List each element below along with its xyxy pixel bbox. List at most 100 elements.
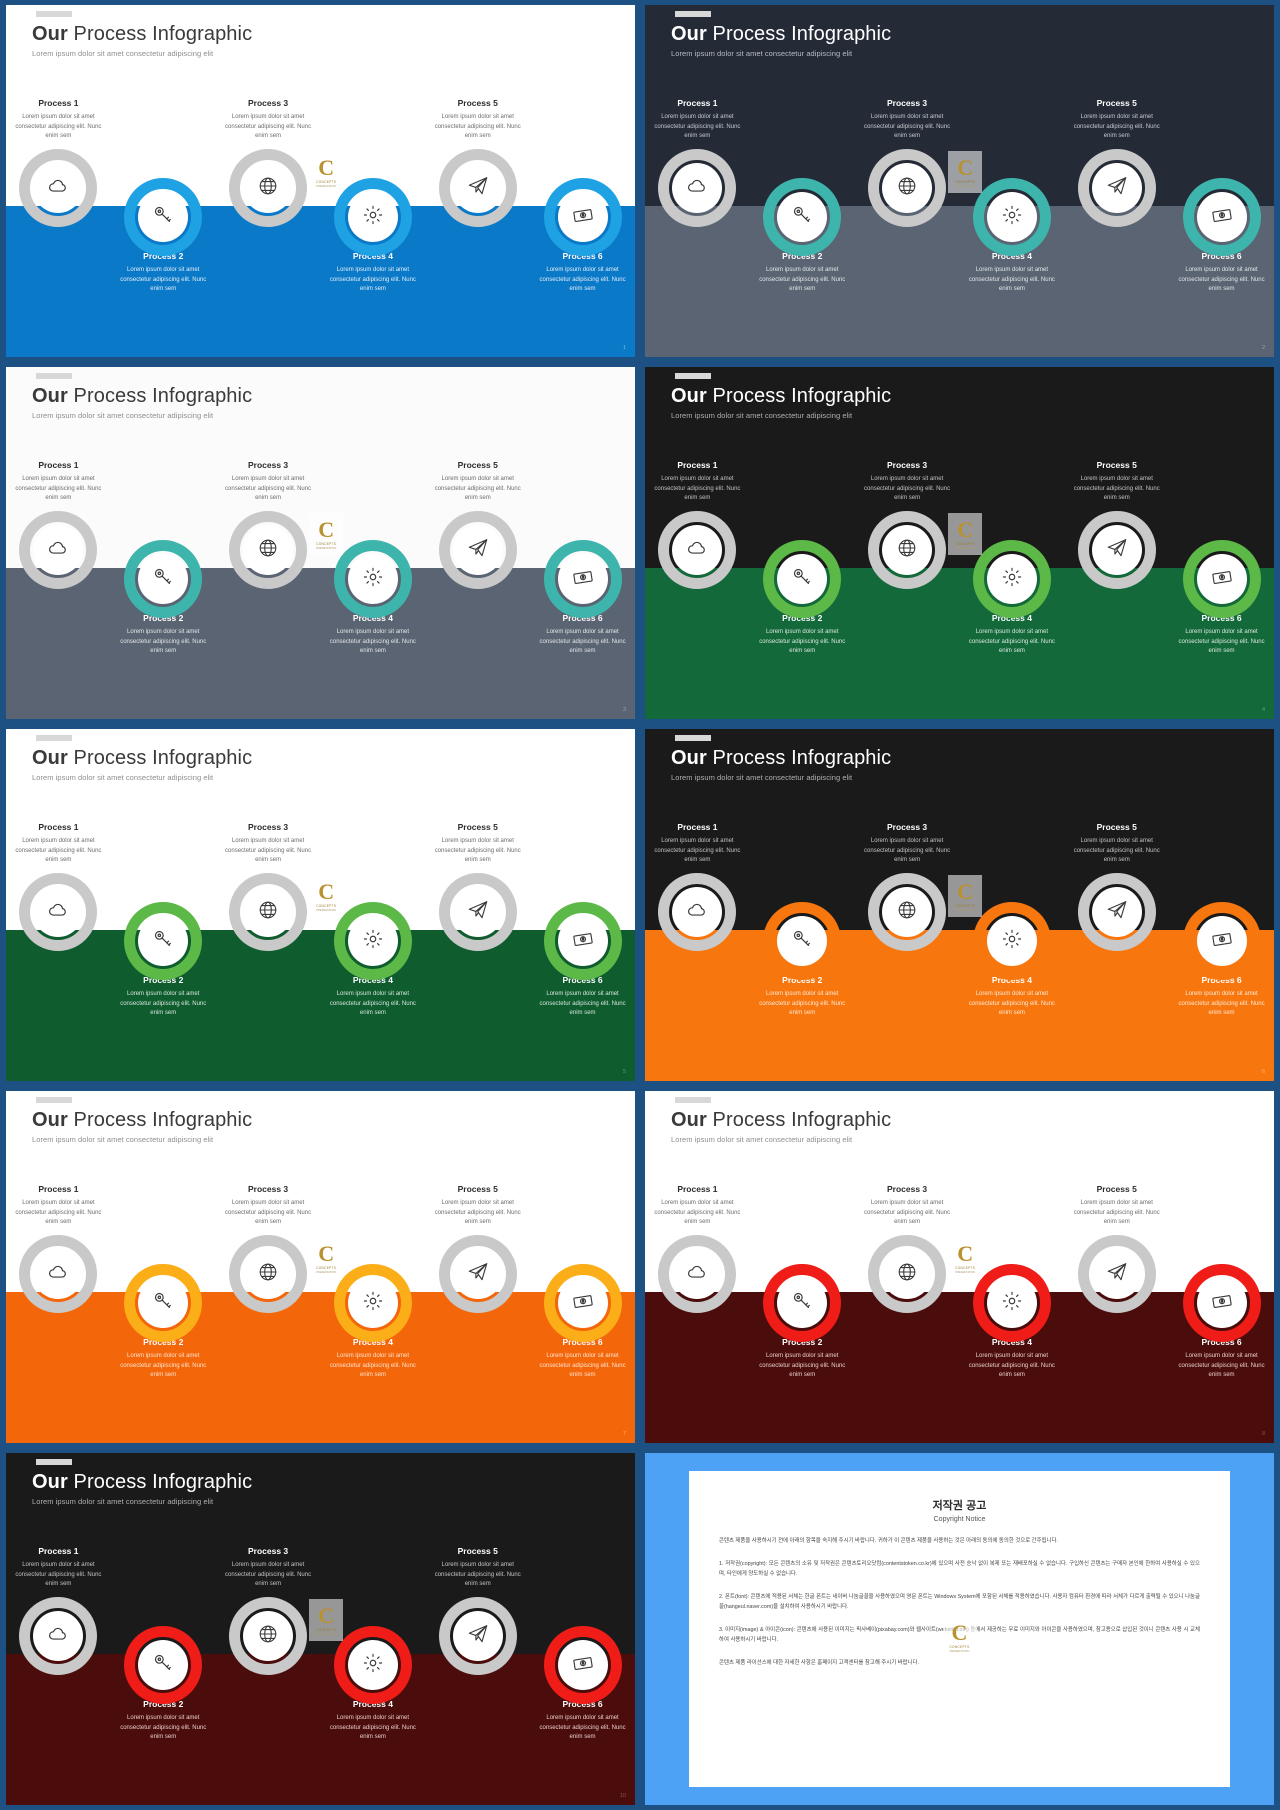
process-node-2[interactable] xyxy=(111,149,216,269)
process-icon-circle-6[interactable] xyxy=(557,1640,608,1691)
process-node-2[interactable] xyxy=(111,511,216,631)
process-node-6[interactable] xyxy=(1169,511,1274,631)
process-node-3[interactable] xyxy=(216,1597,321,1717)
process-icon-circle-5[interactable] xyxy=(1091,887,1142,938)
slide-9[interactable]: Our Process Infographic Lorem ipsum dolor… xyxy=(6,1453,635,1805)
process-icon-circle-5[interactable] xyxy=(452,887,503,938)
process-node-3[interactable] xyxy=(216,149,321,269)
process-node-2[interactable] xyxy=(750,1235,855,1355)
slide-2[interactable]: Our Process Infographic Lorem ipsum dolor… xyxy=(645,5,1274,357)
process-node-6[interactable] xyxy=(530,1235,635,1355)
process-node-4[interactable] xyxy=(320,149,425,269)
process-node-2[interactable] xyxy=(750,149,855,269)
process-icon-circle-6[interactable] xyxy=(1196,916,1247,967)
process-node-3[interactable] xyxy=(855,873,960,993)
process-node-5[interactable] xyxy=(425,1235,530,1355)
process-node-4[interactable] xyxy=(959,1235,1064,1355)
process-node-3[interactable] xyxy=(855,511,960,631)
process-node-4[interactable] xyxy=(320,511,425,631)
process-node-5[interactable] xyxy=(425,149,530,269)
process-node-6[interactable] xyxy=(1169,1235,1274,1355)
process-node-1[interactable] xyxy=(6,1597,111,1717)
process-icon-circle-4[interactable] xyxy=(986,554,1037,605)
top-process-title-1: Process 1 xyxy=(38,1546,79,1557)
process-node-6[interactable] xyxy=(530,873,635,993)
top-process-body-1: Lorem ipsum dolor sit amet consectetur a… xyxy=(15,476,102,501)
process-node-2[interactable] xyxy=(111,1235,216,1355)
slide-8[interactable]: Our Process Infographic Lorem ipsum dolor… xyxy=(645,1091,1274,1443)
process-icon-circle-5[interactable] xyxy=(452,525,503,576)
corner-tab xyxy=(36,735,72,741)
process-node-4[interactable] xyxy=(959,149,1064,269)
slide-1[interactable]: Our Process Infographic Lorem ipsum dolor… xyxy=(6,5,635,357)
process-icon-circle-4[interactable] xyxy=(986,916,1037,967)
process-node-3[interactable] xyxy=(216,873,321,993)
process-node-3[interactable] xyxy=(855,149,960,269)
process-node-2[interactable] xyxy=(111,873,216,993)
process-node-1[interactable] xyxy=(6,511,111,631)
process-node-2[interactable] xyxy=(750,873,855,993)
process-node-1[interactable] xyxy=(645,149,750,269)
process-icon-circle-4[interactable] xyxy=(347,1640,398,1691)
process-node-5[interactable] xyxy=(1064,511,1169,631)
process-node-4[interactable] xyxy=(320,873,425,993)
process-icon-circle-4[interactable] xyxy=(347,916,398,967)
process-icon-circle-4[interactable] xyxy=(986,1278,1037,1329)
process-icon-circle-6[interactable] xyxy=(557,1278,608,1329)
process-node-5[interactable] xyxy=(1064,1235,1169,1355)
process-node-5[interactable] xyxy=(425,873,530,993)
slide-6[interactable]: Our Process Infographic Lorem ipsum dolor… xyxy=(645,729,1274,1081)
slide-5[interactable]: Our Process Infographic Lorem ipsum dolor… xyxy=(6,729,635,1081)
process-icon-circle-6[interactable] xyxy=(557,554,608,605)
process-icon-circle-5[interactable] xyxy=(1091,1249,1142,1300)
process-icon-circle-6[interactable] xyxy=(557,192,608,243)
process-icon-circle-5[interactable] xyxy=(452,1611,503,1662)
process-icon-circle-4[interactable] xyxy=(986,192,1037,243)
process-node-1[interactable] xyxy=(645,1235,750,1355)
slide-3[interactable]: Our Process Infographic Lorem ipsum dolor… xyxy=(6,367,635,719)
process-node-5[interactable] xyxy=(425,511,530,631)
process-node-2[interactable] xyxy=(111,1597,216,1717)
process-node-1[interactable] xyxy=(6,873,111,993)
process-node-5[interactable] xyxy=(1064,873,1169,993)
process-icon-circle-5[interactable] xyxy=(452,163,503,214)
process-node-1[interactable] xyxy=(6,1235,111,1355)
process-icon-circle-4[interactable] xyxy=(347,554,398,605)
page-number: 7 xyxy=(622,1431,626,1437)
bottom-process-body-3: Lorem ipsum dolor sit amet consectetur a… xyxy=(539,1715,626,1740)
key-icon xyxy=(791,928,813,955)
top-process-block-3: Process 5 Lorem ipsum dolor sit amet cons… xyxy=(425,460,530,503)
process-node-6[interactable] xyxy=(530,149,635,269)
slide-4[interactable]: Our Process Infographic Lorem ipsum dolor… xyxy=(645,367,1274,719)
process-node-6[interactable] xyxy=(530,511,635,631)
top-process-body-3: Lorem ipsum dolor sit amet consectetur a… xyxy=(434,476,521,501)
process-node-6[interactable] xyxy=(1169,873,1274,993)
process-node-5[interactable] xyxy=(1064,149,1169,269)
process-node-3[interactable] xyxy=(216,1235,321,1355)
process-node-6[interactable] xyxy=(1169,149,1274,269)
process-node-2[interactable] xyxy=(750,511,855,631)
process-icon-circle-5[interactable] xyxy=(1091,163,1142,214)
process-icon-circle-4[interactable] xyxy=(347,192,398,243)
process-node-4[interactable] xyxy=(320,1235,425,1355)
process-icon-circle-6[interactable] xyxy=(557,916,608,967)
process-icon-circle-4[interactable] xyxy=(347,1278,398,1329)
slide-7[interactable]: Our Process Infographic Lorem ipsum dolor… xyxy=(6,1091,635,1443)
top-process-title-3: Process 5 xyxy=(457,460,498,471)
slide-copyright[interactable]: 저작권 공고 Copyright Notice 콘텐츠 제품을 사용하시기 전에 아… xyxy=(645,1453,1274,1805)
process-icon-circle-6[interactable] xyxy=(1196,1278,1247,1329)
process-node-3[interactable] xyxy=(855,1235,960,1355)
process-node-6[interactable] xyxy=(530,1597,635,1717)
process-node-5[interactable] xyxy=(425,1597,530,1717)
process-node-4[interactable] xyxy=(959,511,1064,631)
process-icon-circle-6[interactable] xyxy=(1196,192,1247,243)
process-node-1[interactable] xyxy=(6,149,111,269)
process-node-4[interactable] xyxy=(959,873,1064,993)
process-node-1[interactable] xyxy=(645,873,750,993)
process-node-3[interactable] xyxy=(216,511,321,631)
process-node-4[interactable] xyxy=(320,1597,425,1717)
process-icon-circle-5[interactable] xyxy=(452,1249,503,1300)
process-icon-circle-6[interactable] xyxy=(1196,554,1247,605)
process-node-1[interactable] xyxy=(645,511,750,631)
process-icon-circle-5[interactable] xyxy=(1091,525,1142,576)
